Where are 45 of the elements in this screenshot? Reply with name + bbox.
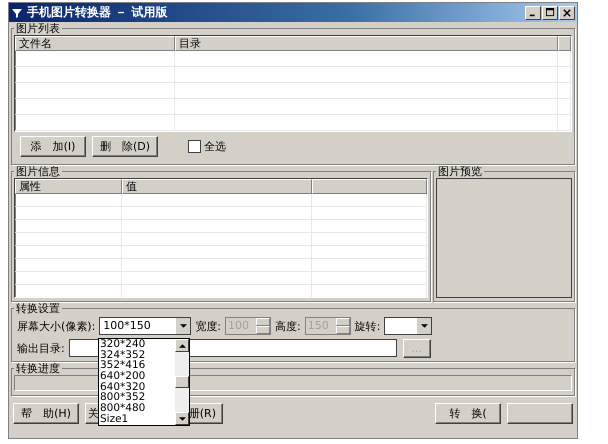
field-label: 旋转: xyxy=(354,318,380,334)
checkbox-label: 全选 xyxy=(204,139,226,154)
group-title: 图片列表 xyxy=(15,22,61,35)
field-label: 输出目录: xyxy=(17,340,65,356)
group-title: 转换设置 xyxy=(15,302,61,315)
minimize-button[interactable] xyxy=(525,6,541,20)
rotate-dropdown[interactable] xyxy=(384,317,432,335)
window-title: 手机图片转换器 － 试用版 xyxy=(27,4,168,21)
field-label: 屏幕大小(像素): xyxy=(17,318,96,334)
scrollbar-thumb[interactable] xyxy=(175,376,189,388)
field-label: 宽度: xyxy=(195,318,222,334)
caret-icon xyxy=(180,324,187,328)
close-icon xyxy=(563,8,571,16)
maximize-button[interactable] xyxy=(542,6,558,20)
group-title: 图片预览 xyxy=(437,165,483,178)
column-header[interactable] xyxy=(558,36,571,51)
caret-icon xyxy=(420,324,428,328)
up-arrow-icon xyxy=(178,344,186,348)
dropdown-option[interactable]: 320*240 xyxy=(99,339,175,350)
column-header[interactable]: 值 xyxy=(122,179,312,194)
column-header[interactable]: 目录 xyxy=(175,36,558,51)
push-button[interactable]: 添 加(I) xyxy=(20,136,86,157)
column-header[interactable]: 文件名 xyxy=(15,36,175,51)
checkbox[interactable] xyxy=(188,140,201,153)
scrollbar[interactable] xyxy=(175,339,189,425)
group-title: 转换进度 xyxy=(15,362,61,375)
push-button[interactable]: 删 除(D) xyxy=(92,136,158,157)
field-label: 高度: xyxy=(275,318,301,334)
size-dropdown[interactable]: 100*150 xyxy=(99,317,192,335)
funnel-icon xyxy=(11,6,23,18)
dropdown-option[interactable]: 640*200 xyxy=(99,371,175,382)
column-header[interactable]: 属性 xyxy=(15,179,122,194)
column-header[interactable] xyxy=(312,179,427,194)
dropdown-option[interactable]: 800*352 xyxy=(99,392,175,404)
maximize-icon xyxy=(546,8,554,17)
push-button[interactable] xyxy=(507,403,573,424)
close-button[interactable] xyxy=(559,6,575,20)
dropdown-option[interactable]: 640*320 xyxy=(99,382,175,392)
select-all-checkbox[interactable]: 全选 xyxy=(188,139,226,154)
dropdown-option[interactable]: 352*416 xyxy=(99,360,175,372)
dropdown-option[interactable]: 324*352 xyxy=(99,350,175,360)
group-title: 图片信息 xyxy=(15,165,61,178)
down-arrow-icon xyxy=(178,416,186,420)
push-button[interactable]: 帮 助(H) xyxy=(13,403,79,424)
convert-button[interactable]: 转 换( xyxy=(435,403,501,424)
